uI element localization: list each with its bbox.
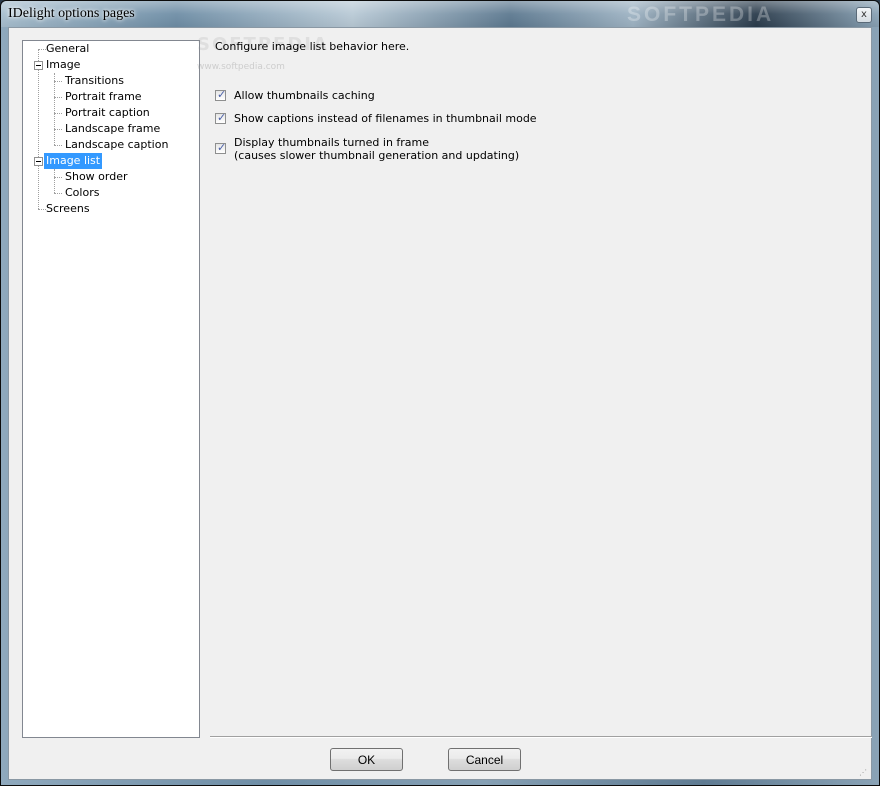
check-icon: ✓	[217, 141, 227, 154]
title-bar[interactable]: IDelight options pages SOFTPEDIA x	[1, 1, 879, 27]
watermark-url: www.softpedia.com	[197, 62, 285, 72]
watermark: SOFTPEDIA	[627, 3, 775, 26]
checkbox[interactable]: ✓	[215, 111, 227, 124]
resize-grip-icon[interactable]: ⋰	[859, 768, 867, 777]
options-window: IDelight options pages SOFTPEDIA x Gener…	[0, 0, 880, 786]
tree-item-portrait-frame[interactable]: Portrait frame	[63, 89, 144, 105]
check-icon: ✓	[217, 111, 227, 124]
tree-line	[54, 81, 62, 82]
option-label: Show captions instead of filenames in th…	[234, 112, 537, 125]
tree-line	[38, 49, 39, 209]
option-label: Display thumbnails turned in frame	[234, 136, 430, 149]
tree-item-general[interactable]: General	[44, 41, 91, 57]
tree-line	[54, 97, 62, 98]
check-icon: ✓	[217, 88, 227, 101]
tree-line	[54, 169, 55, 193]
window-title: IDelight options pages	[8, 6, 135, 21]
collapse-icon[interactable]	[34, 61, 43, 70]
option-label: Allow thumbnails caching	[234, 89, 375, 102]
option-sublabel: (causes slower thumbnail generation and …	[234, 149, 520, 162]
tree-item-image[interactable]: Image	[44, 57, 82, 73]
footer-separator	[210, 736, 872, 738]
tree-item-screens[interactable]: Screens	[44, 201, 92, 217]
tree-item-landscape-frame[interactable]: Landscape frame	[63, 121, 162, 137]
tree-line	[54, 193, 62, 194]
close-button[interactable]: x	[856, 7, 872, 23]
tree-line	[54, 73, 55, 145]
collapse-icon[interactable]	[34, 157, 43, 166]
tree-line	[54, 177, 62, 178]
dialog-client: General Image Transitions Portrait frame…	[8, 27, 872, 780]
tree-line	[54, 145, 62, 146]
close-icon: x	[861, 9, 867, 20]
tree-item-portrait-caption[interactable]: Portrait caption	[63, 105, 152, 121]
options-tree[interactable]: General Image Transitions Portrait frame…	[22, 40, 200, 738]
tree-item-image-list[interactable]: Image list	[44, 153, 103, 169]
tree-item-landscape-caption[interactable]: Landscape caption	[63, 137, 170, 153]
page-description: Configure image list behavior here.	[215, 40, 410, 53]
tree-line	[54, 129, 62, 130]
tree-line	[54, 113, 62, 114]
checkbox[interactable]: ✓	[215, 88, 227, 101]
tree-item-colors[interactable]: Colors	[63, 185, 101, 201]
cancel-button[interactable]: Cancel	[448, 748, 521, 771]
ok-button[interactable]: OK	[330, 748, 403, 771]
tree-item-transitions[interactable]: Transitions	[63, 73, 126, 89]
checkbox[interactable]: ✓	[215, 141, 227, 154]
tree-item-show-order[interactable]: Show order	[63, 169, 130, 185]
